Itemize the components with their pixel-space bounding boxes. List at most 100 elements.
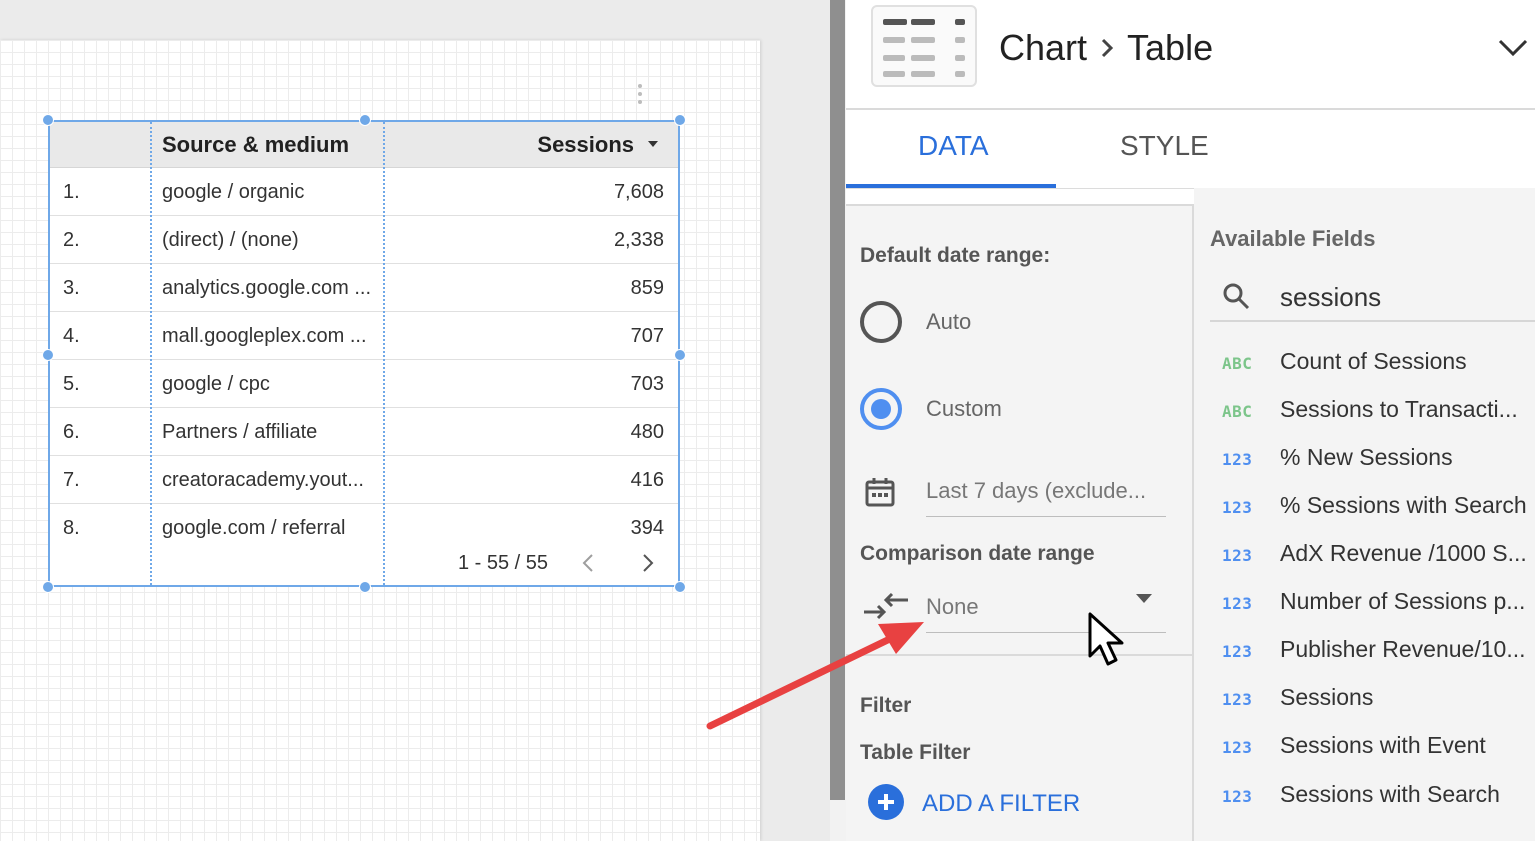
row-source: google.com / referral [162, 517, 346, 539]
table-row: 4. mall.googleplex.com ... 707 [50, 311, 678, 360]
field-name: AdX Revenue /1000 S... [1280, 540, 1527, 566]
row-source: (direct) / (none) [162, 229, 299, 251]
number-type-icon: 123 [1222, 738, 1253, 757]
resize-handle-bottom[interactable] [359, 581, 371, 593]
table-row: 8. google.com / referral 394 [50, 503, 678, 551]
row-source: Partners / affiliate [162, 421, 318, 443]
add-circle-icon[interactable] [868, 784, 904, 820]
field-item[interactable]: 123 Sessions with Event [1194, 724, 1535, 772]
sort-descending-icon[interactable] [648, 141, 658, 147]
resize-handle-top[interactable] [359, 114, 371, 126]
table-row: 1. google / organic 7,608 [50, 167, 678, 216]
row-index: 3. [63, 277, 80, 299]
comparison-underline [926, 632, 1166, 633]
previous-page-icon[interactable] [578, 550, 598, 576]
row-sessions: 480 [630, 421, 664, 443]
text-type-icon: ABC [1222, 402, 1253, 421]
row-source: mall.googleplex.com ... [162, 325, 367, 347]
field-name: Publisher Revenue/10... [1280, 636, 1526, 662]
table-row: 7. creatoracademy.yout... 416 [50, 455, 678, 504]
number-type-icon: 123 [1222, 450, 1253, 469]
table-chart-type-icon[interactable] [871, 5, 977, 87]
column-resize-guide[interactable] [150, 122, 152, 585]
text-type-icon: ABC [1222, 354, 1253, 373]
field-item[interactable]: 123 % Sessions with Search [1194, 484, 1535, 532]
radio-auto[interactable] [860, 301, 902, 343]
resize-handle-bottom-left[interactable] [42, 581, 54, 593]
available-fields-title: Available Fields [1210, 226, 1376, 251]
breadcrumb-chart[interactable]: Chart [999, 27, 1087, 68]
kebab-menu-icon[interactable] [636, 84, 644, 108]
number-type-icon: 123 [1222, 546, 1253, 565]
field-item[interactable]: 123 AdX Revenue /1000 S... [1194, 532, 1535, 580]
radio-custom-label[interactable]: Custom [926, 396, 1002, 422]
column-header-source-medium[interactable]: Source & medium [162, 132, 349, 158]
field-item[interactable]: 123 Number of Sessions p... [1194, 580, 1535, 628]
field-name: Sessions with Search [1280, 781, 1500, 807]
column-top-border [846, 204, 1192, 206]
row-source: google / cpc [162, 373, 270, 395]
table-chart[interactable]: Source & medium Sessions 1. google / org… [48, 120, 680, 587]
search-icon [1223, 283, 1250, 310]
number-type-icon: 123 [1222, 690, 1253, 709]
resize-handle-bottom-right[interactable] [674, 581, 686, 593]
row-sessions: 416 [630, 469, 664, 491]
field-item[interactable]: 123 % New Sessions [1194, 436, 1535, 484]
field-item[interactable]: 123 Sessions [1194, 676, 1535, 724]
resize-handle-right[interactable] [674, 349, 686, 361]
row-sessions: 394 [630, 517, 664, 539]
table-row: 6. Partners / affiliate 480 [50, 407, 678, 456]
row-sessions: 2,338 [613, 229, 664, 251]
header-divider [846, 108, 1535, 110]
comparison-date-range-label: Comparison date range [860, 542, 1095, 565]
row-sessions: 707 [630, 325, 664, 347]
pagination-text: 1 - 55 / 55 [457, 552, 548, 574]
chevron-right-icon [1099, 27, 1115, 69]
add-filter-button[interactable]: ADD A FILTER [922, 790, 1080, 818]
available-fields-column: Available Fields sessions ABC Count of S… [1194, 188, 1535, 841]
column-header-sessions[interactable]: Sessions [537, 132, 634, 158]
row-index: 6. [63, 421, 80, 443]
row-index: 8. [63, 517, 80, 539]
table-header: Source & medium Sessions [50, 122, 678, 168]
search-underline [1210, 320, 1535, 322]
field-item[interactable]: ABC Count of Sessions [1194, 340, 1535, 388]
calendar-icon [865, 478, 895, 507]
row-sessions: 7,608 [613, 181, 664, 203]
table-filter-label: Table Filter [860, 741, 971, 764]
date-range-picker[interactable]: Last 7 days (exclude... [926, 478, 1146, 504]
properties-panel: Chart Table DATA STYLE Default date range… [846, 0, 1535, 841]
number-type-icon: 123 [1222, 642, 1253, 661]
tab-data[interactable]: DATA [918, 130, 989, 162]
field-name: Sessions [1280, 684, 1374, 710]
row-index: 1. [63, 181, 80, 203]
table-row: 5. google / cpc 703 [50, 359, 678, 408]
resize-handle-left[interactable] [42, 349, 54, 361]
field-item[interactable]: 123 Publisher Revenue/10... [1194, 628, 1535, 676]
table-row: 3. analytics.google.com ... 859 [50, 263, 678, 312]
field-name: Sessions with Event [1280, 732, 1486, 758]
radio-custom[interactable] [860, 388, 902, 430]
field-item[interactable]: ABC Sessions to Transacti... [1194, 388, 1535, 436]
resize-handle-top-right[interactable] [674, 114, 686, 126]
mouse-cursor-icon [1088, 612, 1124, 666]
row-source: creatoracademy.yout... [162, 469, 364, 491]
next-page-icon[interactable] [638, 550, 658, 576]
resize-handle-top-left[interactable] [42, 114, 54, 126]
comparison-range-select[interactable]: None [926, 594, 979, 620]
number-type-icon: 123 [1222, 787, 1253, 806]
field-name: Sessions to Transacti... [1280, 396, 1518, 422]
field-name: Number of Sessions p... [1280, 588, 1526, 614]
number-type-icon: 123 [1222, 498, 1253, 517]
field-item[interactable]: 123 Sessions with Search [1194, 773, 1535, 821]
default-date-range-label: Default date range: [860, 244, 1051, 267]
tab-style[interactable]: STYLE [1120, 130, 1209, 162]
column-resize-guide[interactable] [383, 122, 385, 585]
data-settings-column: Default date range: Auto Custom Last 7 d… [846, 204, 1194, 841]
radio-auto-label[interactable]: Auto [926, 309, 971, 335]
field-search-input[interactable]: sessions [1280, 282, 1381, 313]
dropdown-arrow-icon[interactable] [1136, 594, 1152, 603]
row-index: 4. [63, 325, 80, 347]
chevron-down-icon[interactable] [1497, 36, 1529, 60]
row-index: 5. [63, 373, 80, 395]
